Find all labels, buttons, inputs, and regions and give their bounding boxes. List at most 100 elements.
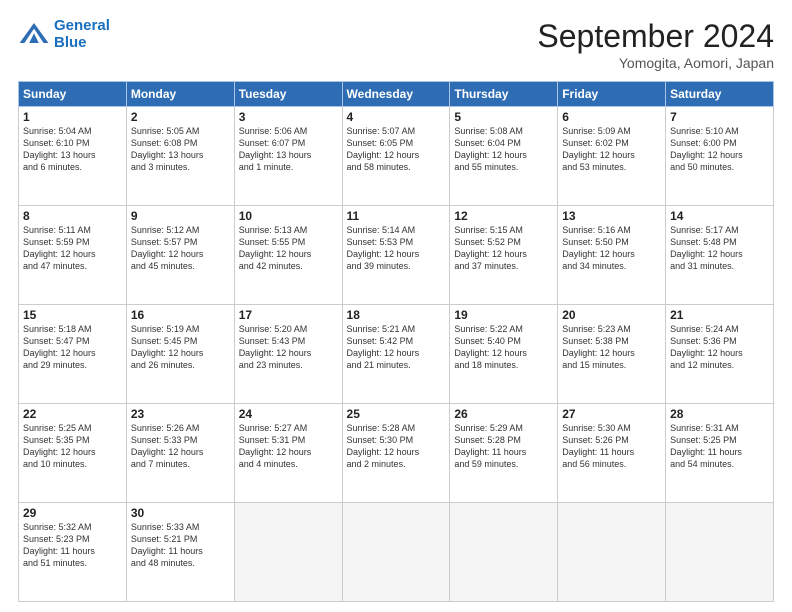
day-info: Sunrise: 5:18 AM Sunset: 5:47 PM Dayligh… bbox=[23, 323, 122, 372]
weekday-wednesday: Wednesday bbox=[342, 82, 450, 107]
day-number: 4 bbox=[347, 110, 446, 124]
day-number: 28 bbox=[670, 407, 769, 421]
day-cell: 21Sunrise: 5:24 AM Sunset: 5:36 PM Dayli… bbox=[666, 305, 774, 404]
day-cell: 14Sunrise: 5:17 AM Sunset: 5:48 PM Dayli… bbox=[666, 206, 774, 305]
day-number: 19 bbox=[454, 308, 553, 322]
day-info: Sunrise: 5:21 AM Sunset: 5:42 PM Dayligh… bbox=[347, 323, 446, 372]
day-info: Sunrise: 5:12 AM Sunset: 5:57 PM Dayligh… bbox=[131, 224, 230, 273]
day-cell: 22Sunrise: 5:25 AM Sunset: 5:35 PM Dayli… bbox=[19, 404, 127, 503]
day-info: Sunrise: 5:11 AM Sunset: 5:59 PM Dayligh… bbox=[23, 224, 122, 273]
week-row-4: 22Sunrise: 5:25 AM Sunset: 5:35 PM Dayli… bbox=[19, 404, 774, 503]
day-info: Sunrise: 5:29 AM Sunset: 5:28 PM Dayligh… bbox=[454, 422, 553, 471]
day-cell: 23Sunrise: 5:26 AM Sunset: 5:33 PM Dayli… bbox=[126, 404, 234, 503]
day-number: 10 bbox=[239, 209, 338, 223]
day-number: 5 bbox=[454, 110, 553, 124]
day-cell: 18Sunrise: 5:21 AM Sunset: 5:42 PM Dayli… bbox=[342, 305, 450, 404]
page: General Blue September 2024 Yomogita, Ao… bbox=[0, 0, 792, 612]
month-title: September 2024 bbox=[537, 18, 774, 55]
logo: General Blue bbox=[18, 18, 110, 51]
day-info: Sunrise: 5:10 AM Sunset: 6:00 PM Dayligh… bbox=[670, 125, 769, 174]
week-row-1: 1Sunrise: 5:04 AM Sunset: 6:10 PM Daylig… bbox=[19, 107, 774, 206]
day-number: 15 bbox=[23, 308, 122, 322]
day-number: 25 bbox=[347, 407, 446, 421]
day-cell: 20Sunrise: 5:23 AM Sunset: 5:38 PM Dayli… bbox=[558, 305, 666, 404]
calendar-table: SundayMondayTuesdayWednesdayThursdayFrid… bbox=[18, 81, 774, 602]
day-cell: 29Sunrise: 5:32 AM Sunset: 5:23 PM Dayli… bbox=[19, 503, 127, 602]
day-cell: 3Sunrise: 5:06 AM Sunset: 6:07 PM Daylig… bbox=[234, 107, 342, 206]
day-info: Sunrise: 5:28 AM Sunset: 5:30 PM Dayligh… bbox=[347, 422, 446, 471]
day-number: 29 bbox=[23, 506, 122, 520]
day-cell: 7Sunrise: 5:10 AM Sunset: 6:00 PM Daylig… bbox=[666, 107, 774, 206]
day-number: 13 bbox=[562, 209, 661, 223]
day-cell: 27Sunrise: 5:30 AM Sunset: 5:26 PM Dayli… bbox=[558, 404, 666, 503]
day-number: 24 bbox=[239, 407, 338, 421]
day-info: Sunrise: 5:13 AM Sunset: 5:55 PM Dayligh… bbox=[239, 224, 338, 273]
day-number: 12 bbox=[454, 209, 553, 223]
day-cell bbox=[558, 503, 666, 602]
day-cell bbox=[450, 503, 558, 602]
day-cell: 12Sunrise: 5:15 AM Sunset: 5:52 PM Dayli… bbox=[450, 206, 558, 305]
day-number: 20 bbox=[562, 308, 661, 322]
day-cell: 16Sunrise: 5:19 AM Sunset: 5:45 PM Dayli… bbox=[126, 305, 234, 404]
day-info: Sunrise: 5:19 AM Sunset: 5:45 PM Dayligh… bbox=[131, 323, 230, 372]
day-number: 22 bbox=[23, 407, 122, 421]
day-cell: 15Sunrise: 5:18 AM Sunset: 5:47 PM Dayli… bbox=[19, 305, 127, 404]
day-info: Sunrise: 5:30 AM Sunset: 5:26 PM Dayligh… bbox=[562, 422, 661, 471]
day-cell: 8Sunrise: 5:11 AM Sunset: 5:59 PM Daylig… bbox=[19, 206, 127, 305]
day-info: Sunrise: 5:26 AM Sunset: 5:33 PM Dayligh… bbox=[131, 422, 230, 471]
day-number: 2 bbox=[131, 110, 230, 124]
day-number: 21 bbox=[670, 308, 769, 322]
logo-icon bbox=[18, 19, 50, 51]
weekday-monday: Monday bbox=[126, 82, 234, 107]
week-row-3: 15Sunrise: 5:18 AM Sunset: 5:47 PM Dayli… bbox=[19, 305, 774, 404]
day-number: 9 bbox=[131, 209, 230, 223]
day-info: Sunrise: 5:07 AM Sunset: 6:05 PM Dayligh… bbox=[347, 125, 446, 174]
day-number: 26 bbox=[454, 407, 553, 421]
day-cell: 30Sunrise: 5:33 AM Sunset: 5:21 PM Dayli… bbox=[126, 503, 234, 602]
day-number: 17 bbox=[239, 308, 338, 322]
day-cell bbox=[666, 503, 774, 602]
title-block: September 2024 Yomogita, Aomori, Japan bbox=[537, 18, 774, 71]
day-cell: 11Sunrise: 5:14 AM Sunset: 5:53 PM Dayli… bbox=[342, 206, 450, 305]
day-info: Sunrise: 5:31 AM Sunset: 5:25 PM Dayligh… bbox=[670, 422, 769, 471]
day-cell: 5Sunrise: 5:08 AM Sunset: 6:04 PM Daylig… bbox=[450, 107, 558, 206]
day-cell: 1Sunrise: 5:04 AM Sunset: 6:10 PM Daylig… bbox=[19, 107, 127, 206]
day-info: Sunrise: 5:04 AM Sunset: 6:10 PM Dayligh… bbox=[23, 125, 122, 174]
day-info: Sunrise: 5:22 AM Sunset: 5:40 PM Dayligh… bbox=[454, 323, 553, 372]
header: General Blue September 2024 Yomogita, Ao… bbox=[18, 18, 774, 71]
weekday-friday: Friday bbox=[558, 82, 666, 107]
day-number: 18 bbox=[347, 308, 446, 322]
day-info: Sunrise: 5:06 AM Sunset: 6:07 PM Dayligh… bbox=[239, 125, 338, 174]
weekday-thursday: Thursday bbox=[450, 82, 558, 107]
day-cell: 6Sunrise: 5:09 AM Sunset: 6:02 PM Daylig… bbox=[558, 107, 666, 206]
day-number: 16 bbox=[131, 308, 230, 322]
week-row-2: 8Sunrise: 5:11 AM Sunset: 5:59 PM Daylig… bbox=[19, 206, 774, 305]
weekday-header-row: SundayMondayTuesdayWednesdayThursdayFrid… bbox=[19, 82, 774, 107]
weekday-saturday: Saturday bbox=[666, 82, 774, 107]
day-info: Sunrise: 5:17 AM Sunset: 5:48 PM Dayligh… bbox=[670, 224, 769, 273]
day-info: Sunrise: 5:05 AM Sunset: 6:08 PM Dayligh… bbox=[131, 125, 230, 174]
day-cell: 10Sunrise: 5:13 AM Sunset: 5:55 PM Dayli… bbox=[234, 206, 342, 305]
day-cell: 2Sunrise: 5:05 AM Sunset: 6:08 PM Daylig… bbox=[126, 107, 234, 206]
day-cell bbox=[234, 503, 342, 602]
day-cell: 26Sunrise: 5:29 AM Sunset: 5:28 PM Dayli… bbox=[450, 404, 558, 503]
day-number: 8 bbox=[23, 209, 122, 223]
day-cell: 24Sunrise: 5:27 AM Sunset: 5:31 PM Dayli… bbox=[234, 404, 342, 503]
day-cell: 28Sunrise: 5:31 AM Sunset: 5:25 PM Dayli… bbox=[666, 404, 774, 503]
day-cell: 17Sunrise: 5:20 AM Sunset: 5:43 PM Dayli… bbox=[234, 305, 342, 404]
day-info: Sunrise: 5:08 AM Sunset: 6:04 PM Dayligh… bbox=[454, 125, 553, 174]
day-info: Sunrise: 5:33 AM Sunset: 5:21 PM Dayligh… bbox=[131, 521, 230, 570]
week-row-5: 29Sunrise: 5:32 AM Sunset: 5:23 PM Dayli… bbox=[19, 503, 774, 602]
day-cell bbox=[342, 503, 450, 602]
day-number: 30 bbox=[131, 506, 230, 520]
weekday-tuesday: Tuesday bbox=[234, 82, 342, 107]
logo-text: General Blue bbox=[54, 18, 110, 51]
day-info: Sunrise: 5:16 AM Sunset: 5:50 PM Dayligh… bbox=[562, 224, 661, 273]
day-info: Sunrise: 5:20 AM Sunset: 5:43 PM Dayligh… bbox=[239, 323, 338, 372]
day-info: Sunrise: 5:25 AM Sunset: 5:35 PM Dayligh… bbox=[23, 422, 122, 471]
day-number: 23 bbox=[131, 407, 230, 421]
day-cell: 19Sunrise: 5:22 AM Sunset: 5:40 PM Dayli… bbox=[450, 305, 558, 404]
day-info: Sunrise: 5:27 AM Sunset: 5:31 PM Dayligh… bbox=[239, 422, 338, 471]
day-cell: 9Sunrise: 5:12 AM Sunset: 5:57 PM Daylig… bbox=[126, 206, 234, 305]
location: Yomogita, Aomori, Japan bbox=[537, 55, 774, 71]
